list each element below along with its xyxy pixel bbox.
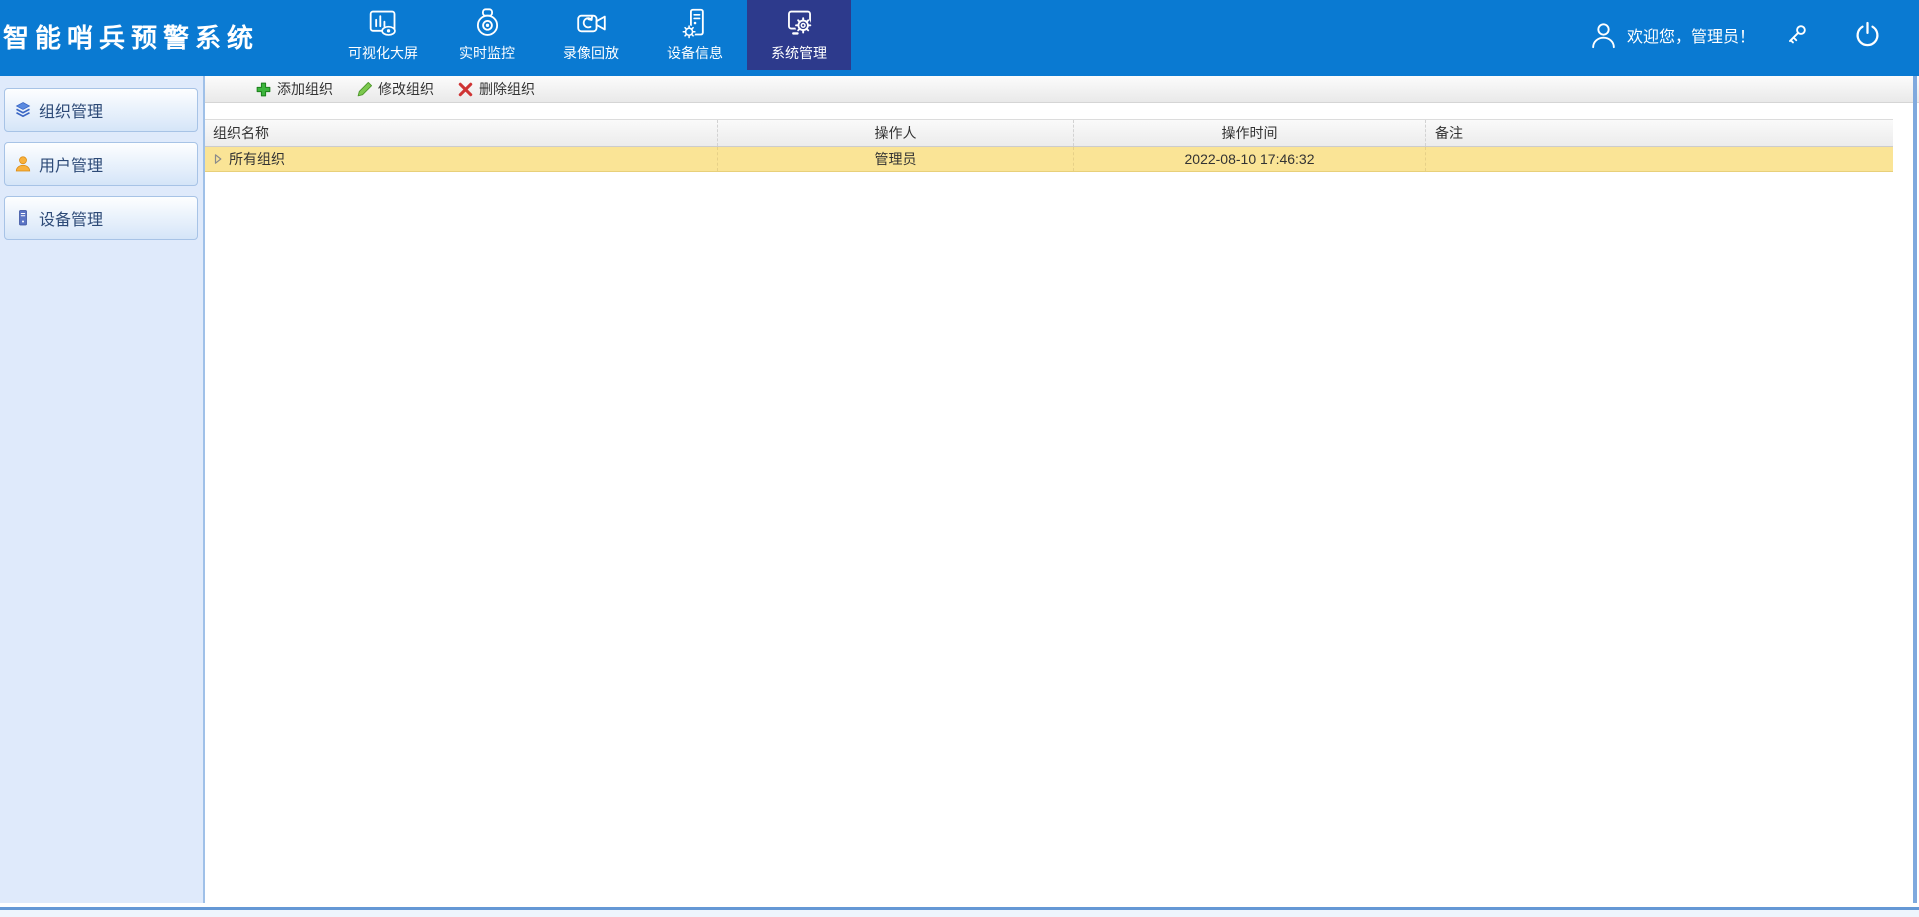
column-header-time: 操作时间: [1073, 120, 1425, 146]
app-header: 智能哨兵预警系统 可视化大屏 实时监控 录像回放 设备信息 系统管理 欢迎您，管…: [0, 0, 1919, 76]
user-icon: [14, 155, 32, 173]
nav-tab-device-info[interactable]: 设备信息: [643, 0, 747, 70]
nav-tab-visualization[interactable]: 可视化大屏: [331, 0, 435, 70]
app-title: 智能哨兵预警系统: [3, 22, 260, 53]
expand-triangle-icon[interactable]: [213, 154, 223, 164]
playback-icon: [575, 4, 608, 40]
device-icon: [14, 209, 32, 227]
sidebar-item-label: 用户管理: [39, 158, 104, 175]
nav-tab-label: 录像回放: [563, 45, 619, 61]
add-plus-icon: [255, 81, 272, 98]
sidebar-item-device[interactable]: 设备管理: [4, 196, 198, 240]
layers-icon: [14, 101, 32, 119]
sidebar-item-label: 设备管理: [39, 212, 104, 229]
app-window: 智能哨兵预警系统 可视化大屏 实时监控 录像回放 设备信息 系统管理 欢迎您，管…: [0, 0, 1919, 917]
sidebar: 组织管理 用户管理 设备管理: [0, 76, 205, 903]
nav-tab-label: 设备信息: [667, 45, 723, 61]
table-row[interactable]: 所有组织 管理员 2022-08-10 17:46:32: [205, 147, 1893, 172]
delete-x-icon: [457, 81, 474, 98]
nav-tab-live-monitor[interactable]: 实时监控: [435, 0, 539, 70]
nav-tab-label: 可视化大屏: [348, 45, 418, 61]
change-password-key-icon[interactable]: [1782, 21, 1810, 49]
dome-camera-icon: [471, 4, 504, 40]
column-header-operator: 操作人: [717, 120, 1073, 146]
time-cell: 2022-08-10 17:46:32: [1073, 147, 1425, 171]
user-avatar-icon: [1588, 20, 1619, 51]
device-info-icon: [679, 4, 712, 40]
dashboard-icon: [367, 4, 400, 40]
header-right: 欢迎您，管理员！: [1588, 0, 1919, 70]
org-name-cell: 所有组织: [205, 147, 717, 171]
system-settings-icon: [783, 4, 816, 40]
operator-cell: 管理员: [717, 147, 1073, 171]
nav-tab-label: 实时监控: [459, 45, 515, 61]
column-header-remark: 备注: [1425, 120, 1893, 146]
edit-org-button[interactable]: 修改组织: [356, 79, 434, 99]
toolbar-button-label: 修改组织: [378, 81, 434, 97]
table-header-row: 组织名称 操作人 操作时间 备注: [205, 119, 1893, 147]
main-nav: 可视化大屏 实时监控 录像回放 设备信息 系统管理: [331, 0, 851, 76]
add-org-button[interactable]: 添加组织: [255, 79, 333, 99]
nav-tab-playback[interactable]: 录像回放: [539, 0, 643, 70]
welcome-text: 欢迎您，管理员！: [1626, 29, 1755, 46]
column-header-org-name: 组织名称: [213, 125, 269, 141]
content-area: 组织管理 用户管理 设备管理 添加组织 修改组织 删除组织 组织名称 操作人 操…: [0, 76, 1919, 903]
org-table: 组织名称 操作人 操作时间 备注 所有组织 管理员 2022-08-10 17:…: [205, 119, 1893, 172]
footer-bar: [0, 903, 1919, 917]
main-panel: 添加组织 修改组织 删除组织 组织名称 操作人 操作时间 备注 所有组织 管理员…: [205, 76, 1919, 903]
remark-cell: [1425, 147, 1893, 171]
toolbar-button-label: 删除组织: [479, 81, 535, 97]
edit-pencil-icon: [356, 81, 373, 98]
nav-tab-system-management[interactable]: 系统管理: [747, 0, 851, 70]
toolbar: 添加组织 修改组织 删除组织: [205, 76, 1919, 103]
delete-org-button[interactable]: 删除组织: [457, 79, 535, 99]
sidebar-item-user[interactable]: 用户管理: [4, 142, 198, 186]
window-right-border: [1913, 76, 1917, 904]
sidebar-item-label: 组织管理: [39, 104, 104, 121]
toolbar-button-label: 添加组织: [277, 81, 333, 97]
org-name-text: 所有组织: [229, 151, 285, 167]
nav-tab-label: 系统管理: [771, 45, 827, 61]
sidebar-item-organization[interactable]: 组织管理: [4, 88, 198, 132]
logout-power-icon[interactable]: [1852, 20, 1883, 51]
